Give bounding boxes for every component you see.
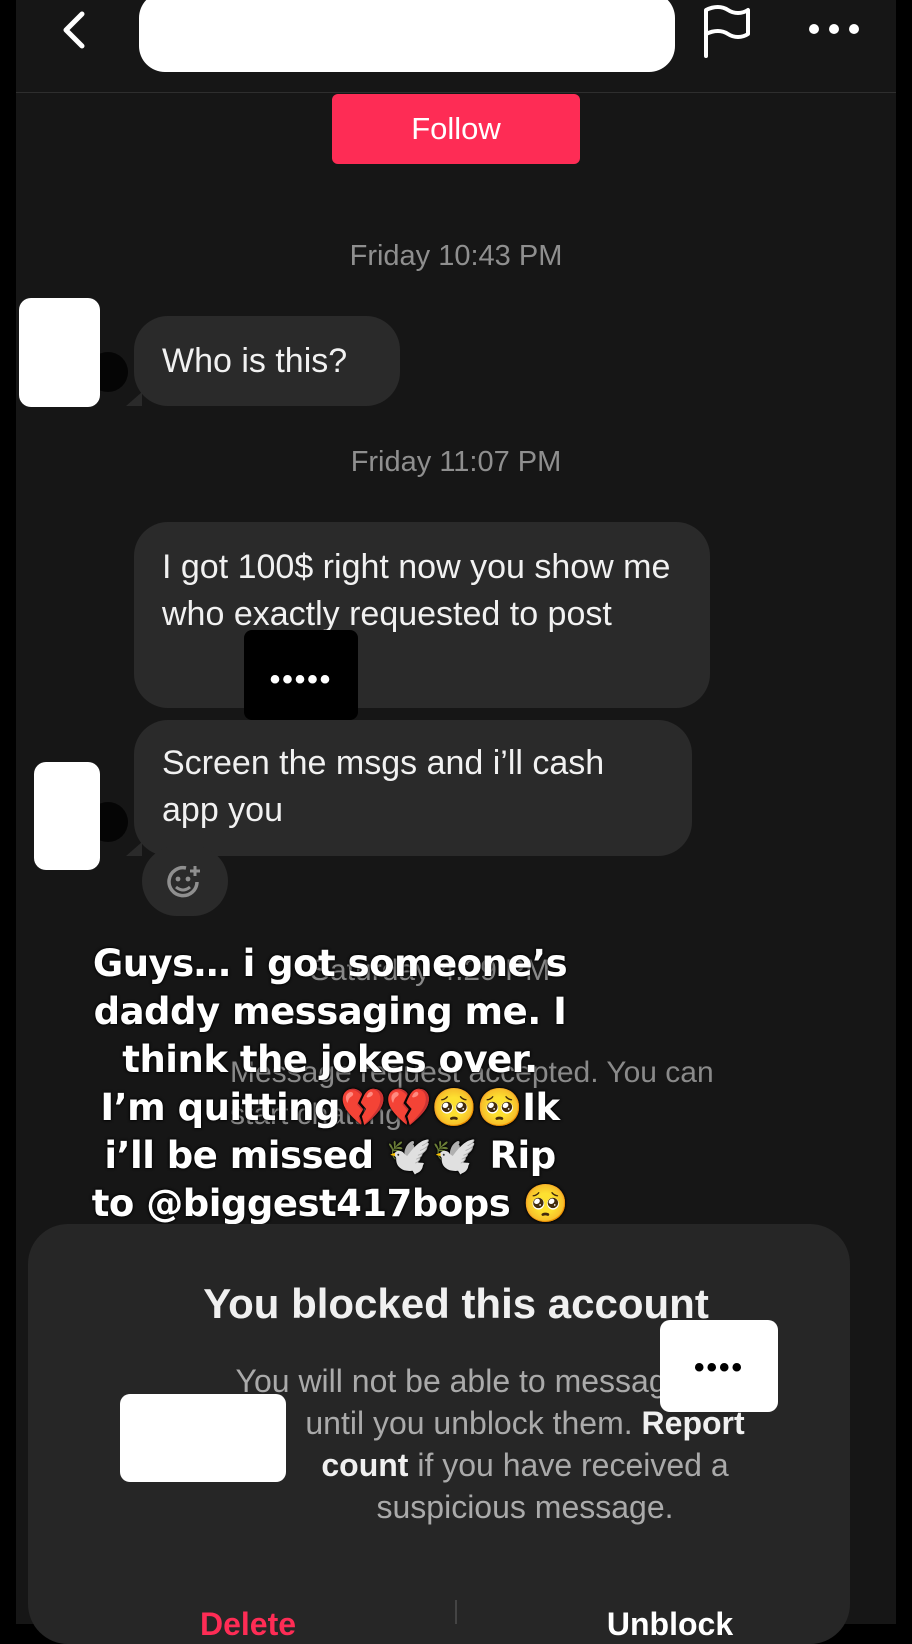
blocked-title: You blocked this account bbox=[203, 1280, 709, 1327]
redacted-avatar bbox=[19, 298, 100, 407]
chat-header bbox=[16, 0, 896, 93]
redacted-username bbox=[139, 0, 675, 72]
blocked-body-line: if you have received a bbox=[417, 1447, 729, 1483]
redaction-box: •••• bbox=[660, 1320, 778, 1412]
blocked-body-line: suspicious message. bbox=[376, 1489, 674, 1525]
blocked-body-line: You will not be able to message bbox=[235, 1363, 685, 1399]
redaction-box bbox=[120, 1394, 286, 1482]
add-reaction-button[interactable] bbox=[142, 846, 228, 916]
chevron-left-icon[interactable] bbox=[50, 4, 102, 56]
delete-button[interactable]: Delete bbox=[168, 1606, 328, 1636]
flag-icon[interactable] bbox=[698, 4, 752, 58]
sheet-divider bbox=[455, 1600, 457, 1624]
redaction-box: ••••• bbox=[244, 630, 358, 720]
timestamp: Friday 10:43 PM bbox=[349, 240, 563, 272]
message-bubble[interactable]: I got 100$ right now you show me who exa… bbox=[134, 522, 710, 708]
unblock-button[interactable]: Unblock bbox=[570, 1606, 770, 1636]
timestamp: Friday 11:07 PM bbox=[350, 446, 562, 478]
bubble-tail bbox=[126, 842, 142, 856]
add-emoji-icon bbox=[167, 865, 200, 898]
bubble-tail bbox=[126, 392, 142, 406]
message-bubble[interactable]: Who is this? bbox=[134, 316, 400, 406]
message-bubble[interactable]: Screen the msgs and i’ll cash app you bbox=[134, 720, 692, 856]
more-dots-icon[interactable] bbox=[806, 14, 862, 44]
follow-button[interactable]: Follow bbox=[332, 94, 580, 164]
redacted-avatar bbox=[34, 762, 100, 870]
